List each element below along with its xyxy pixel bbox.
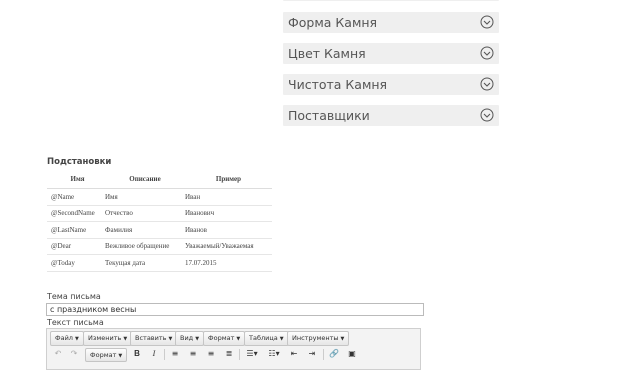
cell: Уважаемый/Уважаемая <box>185 238 272 255</box>
align-right-icon[interactable]: ≡ <box>204 348 218 360</box>
outdent-icon[interactable]: ⇤ <box>287 348 301 360</box>
toolbar-divider <box>164 349 165 360</box>
bullet-list-icon[interactable]: ☰▾ <box>243 348 261 360</box>
accordion-stone-clarity[interactable]: Чистота Камня <box>283 74 499 95</box>
cell: 17.07.2015 <box>185 254 272 272</box>
align-center-icon[interactable]: ≡ <box>186 348 200 360</box>
caret-down-icon: ▼ <box>236 336 241 342</box>
redo-icon[interactable]: ↷ <box>67 348 81 360</box>
bold-icon[interactable]: B <box>130 348 144 360</box>
accordion-label: Чистота Камня <box>288 77 388 92</box>
caret-down-icon: ▼ <box>340 336 345 342</box>
cell: Иванов <box>185 221 272 239</box>
cell: Имя <box>105 188 185 206</box>
cell: Текущая дата <box>105 254 185 272</box>
align-justify-icon[interactable]: ≣ <box>222 348 236 360</box>
rich-text-editor[interactable]: Файл ▼ Изменить ▼ Вставить ▼ Вид ▼ Формат ▼ Т… <box>46 328 421 370</box>
cell: Иван <box>185 188 272 206</box>
accordion-partial[interactable] <box>283 0 499 1</box>
accordion-label: Поставщики <box>288 108 370 123</box>
cell: @Today <box>47 254 105 272</box>
undo-icon[interactable]: ↶ <box>51 348 65 360</box>
menu-format[interactable]: Формат ▼ <box>203 331 246 346</box>
column-header: Пример <box>185 170 272 189</box>
subject-input[interactable]: с праздником весны <box>46 303 424 316</box>
cell: @Name <box>47 188 105 206</box>
cell: Вежливое обращение <box>105 238 185 255</box>
editor-menubar: Файл ▼ Изменить ▼ Вставить ▼ Вид ▼ Формат ▼ Т… <box>47 331 420 346</box>
toolbar-divider <box>239 349 240 360</box>
caret-down-icon: ▼ <box>74 336 79 342</box>
chevron-down-icon[interactable] <box>480 77 494 91</box>
menu-label: Инструменты <box>292 334 339 342</box>
cell: Фамилия <box>105 221 185 239</box>
caret-down-icon: ▼ <box>279 336 284 342</box>
menu-table[interactable]: Таблица ▼ <box>244 331 289 346</box>
menu-tools[interactable]: Инструменты ▼ <box>287 331 350 346</box>
align-left-icon[interactable]: ≡ <box>168 348 182 360</box>
menu-label: Таблица <box>249 334 278 342</box>
substitutions-table: Имя Описание Пример @Name Имя Иван @Seco… <box>47 170 272 272</box>
table-row: @Today Текущая дата 17.07.2015 <box>47 254 272 272</box>
cell: @LastName <box>47 221 105 239</box>
menu-file[interactable]: Файл ▼ <box>50 331 84 346</box>
substitutions-title: Подстановки <box>47 157 112 167</box>
format-label: Формат <box>90 351 117 359</box>
italic-icon[interactable]: I <box>147 348 161 360</box>
caret-down-icon: ▼ <box>195 336 200 342</box>
menu-label: Изменить <box>88 334 122 342</box>
cell: Иванович <box>185 205 272 222</box>
menu-label: Формат <box>208 334 235 342</box>
accordion-label: Цвет Камня <box>288 46 366 61</box>
toolbar-divider <box>323 349 324 360</box>
menu-insert[interactable]: Вставить ▼ <box>130 331 178 346</box>
menu-edit[interactable]: Изменить ▼ <box>83 331 133 346</box>
cell: @SecondName <box>47 205 105 222</box>
subject-label: Тема письма <box>47 292 101 301</box>
menu-label: Вид <box>180 334 194 342</box>
body-label: Текст письма <box>47 318 104 327</box>
caret-down-icon: ▼ <box>123 336 128 342</box>
link-icon[interactable]: 🔗 <box>327 348 341 360</box>
menu-label: Файл <box>55 334 73 342</box>
indent-icon[interactable]: ⇥ <box>305 348 319 360</box>
cell: Отчество <box>105 205 185 222</box>
cell: @Dear <box>47 238 105 255</box>
chevron-down-icon[interactable] <box>480 108 494 122</box>
caret-down-icon: ▼ <box>168 336 173 342</box>
numbered-list-icon[interactable]: ☷▾ <box>265 348 283 360</box>
column-header: Описание <box>105 170 185 189</box>
accordion-suppliers[interactable]: Поставщики <box>283 105 499 126</box>
accordion-stone-shape[interactable]: Форма Камня <box>283 12 499 33</box>
table-row: @Name Имя Иван <box>47 188 272 206</box>
accordion-stone-color[interactable]: Цвет Камня <box>283 43 499 64</box>
table-row: @Dear Вежливое обращение Уважаемый/Уважа… <box>47 238 272 255</box>
chevron-down-icon[interactable] <box>480 46 494 60</box>
menu-view[interactable]: Вид ▼ <box>175 331 205 346</box>
table-row: @SecondName Отчество Иванович <box>47 205 272 222</box>
accordion-label: Форма Камня <box>288 15 378 30</box>
chevron-down-icon[interactable] <box>480 15 494 29</box>
table-row: @LastName Фамилия Иванов <box>47 221 272 239</box>
column-header: Имя <box>47 170 105 189</box>
menu-label: Вставить <box>135 334 167 342</box>
caret-down-icon: ▼ <box>118 353 123 359</box>
image-icon[interactable]: ▣ <box>345 348 359 360</box>
